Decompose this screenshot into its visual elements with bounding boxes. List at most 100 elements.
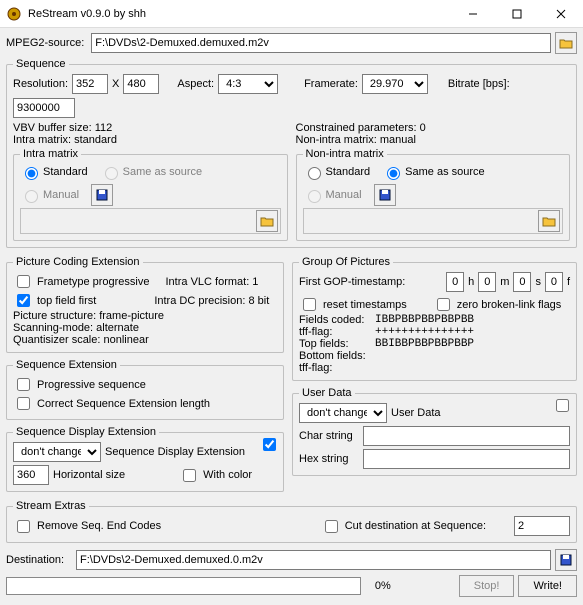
gop-s-input[interactable] — [513, 272, 531, 292]
pce-group: Picture Coding Extension Frametype progr… — [6, 256, 284, 353]
gop-group: Group Of Pictures First GOP-timestamp: h… — [292, 256, 577, 381]
userdata-enable-check[interactable] — [556, 399, 569, 412]
aspect-select[interactable]: 4:3 — [218, 74, 278, 94]
folder-open-icon — [559, 37, 573, 49]
folder-open-icon — [260, 215, 274, 227]
intra-matrix-status: Intra matrix: standard — [13, 134, 288, 146]
nonintra-matrix-legend: Non-intra matrix — [303, 148, 387, 160]
quant-scale: Quantisizer scale: nonlinear — [13, 334, 277, 346]
frametype-check[interactable]: Frametype progressive — [13, 272, 150, 291]
window-titlebar: ReStream v0.9.0 by shh — [0, 0, 583, 28]
intra-matrix-group: Intra matrix Standard Same as source Man… — [13, 148, 288, 241]
char-input[interactable] — [363, 426, 570, 446]
extras-group: Stream Extras Remove Seq. End Codes Cut … — [6, 500, 577, 543]
extras-legend: Stream Extras — [13, 500, 89, 512]
userdata-legend: User Data — [299, 387, 355, 399]
nim-manual-radio: Manual — [303, 187, 362, 203]
pic-structure: Picture structure: frame-picture — [13, 310, 277, 322]
vbv-label: VBV buffer size: 112 — [13, 122, 288, 134]
bitrate-label: Bitrate [bps]: — [448, 78, 510, 90]
framerate-select[interactable]: 29.970 — [362, 74, 428, 94]
bitrate-input[interactable] — [13, 98, 75, 118]
topfield-check[interactable]: top field first — [13, 291, 96, 310]
source-label: MPEG2-source: — [6, 37, 84, 49]
scan-mode: Scanning-mode: alternate — [13, 322, 277, 334]
sequence-group: Sequence Resolution: X Aspect: 4:3 Frame… — [6, 58, 577, 248]
pce-legend: Picture Coding Extension — [13, 256, 143, 268]
resolution-label: Resolution: — [13, 78, 68, 90]
nonintra-matrix-group: Non-intra matrix Standard Same as source… — [296, 148, 571, 241]
floppy-icon — [96, 189, 108, 201]
folder-open-icon — [542, 215, 556, 227]
hex-input[interactable] — [363, 449, 570, 469]
gop-first-label: First GOP-timestamp: — [299, 276, 405, 288]
progress-percent: 0% — [365, 580, 391, 592]
nonintra-matrix-status: Non-intra matrix: manual — [296, 134, 571, 146]
constrained-label: Constrained parameters: 0 — [296, 122, 571, 134]
progressive-check[interactable]: Progressive sequence — [13, 375, 277, 394]
window-title: ReStream v0.9.0 by shh — [28, 8, 451, 20]
sequence-legend: Sequence — [13, 58, 69, 70]
gop-legend: Group Of Pictures — [299, 256, 393, 268]
gop-h-input[interactable] — [446, 272, 464, 292]
topfields-value: BBIBBPBBPBBPBBP — [375, 338, 474, 350]
sde-select[interactable]: don't change — [13, 442, 101, 462]
sde-withcolor-check[interactable]: With color — [179, 466, 252, 485]
im-manual-radio: Manual — [20, 187, 79, 203]
reset-ts-check[interactable]: reset timestamps — [299, 295, 407, 314]
minimize-button[interactable] — [451, 0, 495, 28]
res-x: X — [112, 78, 119, 90]
zero-broken-check[interactable]: zero broken-link flags — [433, 295, 562, 314]
nim-save-button[interactable] — [374, 184, 396, 206]
char-label: Char string — [299, 430, 359, 442]
sde-group: Sequence Display Extension don't change … — [6, 426, 284, 492]
hex-label: Hex string — [299, 453, 359, 465]
save-dest-button[interactable] — [555, 549, 577, 571]
seqext-group: Sequence Extension Progressive sequence … — [6, 359, 284, 420]
framerate-label: Framerate: — [304, 78, 358, 90]
nim-same-radio[interactable]: Same as source — [382, 164, 484, 180]
aspect-label: Aspect: — [177, 78, 214, 90]
res-w-input[interactable] — [72, 74, 108, 94]
im-save-button[interactable] — [91, 184, 113, 206]
im-same-radio: Same as source — [100, 164, 202, 180]
fields-coded-label: Fields coded: — [299, 314, 371, 326]
topfields-label: Top fields: — [299, 338, 371, 350]
sde-legend: Sequence Display Extension — [13, 426, 159, 438]
idc-label: Intra DC precision: 8 bit — [154, 295, 269, 307]
sde-hsize-input[interactable] — [13, 465, 49, 485]
close-button[interactable] — [539, 0, 583, 28]
remove-endcodes-check[interactable]: Remove Seq. End Codes — [13, 517, 161, 536]
sde-label: Sequence Display Extension — [105, 446, 245, 458]
gop-f-input[interactable] — [545, 272, 563, 292]
intra-matrix-legend: Intra matrix — [20, 148, 81, 160]
userdata-select[interactable]: don't change — [299, 403, 387, 423]
cut-dest-input[interactable] — [514, 516, 570, 536]
tff-label: tff-flag: — [299, 326, 371, 338]
userdata-label: User Data — [391, 407, 441, 419]
bottomfields-label: Bottom fields: — [299, 350, 371, 362]
gop-m-input[interactable] — [478, 272, 496, 292]
dest-input[interactable] — [76, 550, 551, 570]
cut-dest-check[interactable]: Cut destination at Sequence: — [321, 517, 486, 536]
sde-enable-check[interactable] — [263, 438, 276, 451]
ivlc-label: Intra VLC format: 1 — [166, 276, 259, 288]
nim-standard-radio[interactable]: Standard — [303, 164, 371, 180]
floppy-icon — [560, 554, 572, 566]
nim-open-button[interactable] — [538, 210, 560, 232]
write-button[interactable]: Write! — [518, 575, 577, 597]
maximize-button[interactable] — [495, 0, 539, 28]
open-source-button[interactable] — [555, 32, 577, 54]
tff2-label: tff-flag: — [299, 362, 371, 374]
fields-coded: IBBPBBPBBPBBPBB — [375, 314, 474, 326]
floppy-icon — [379, 189, 391, 201]
app-icon — [6, 6, 22, 22]
im-open-button[interactable] — [256, 210, 278, 232]
seqext-legend: Sequence Extension — [13, 359, 120, 371]
res-h-input[interactable] — [123, 74, 159, 94]
tff-value: +++++++++++++++ — [375, 326, 474, 338]
source-input[interactable] — [91, 33, 551, 53]
progress-bar — [6, 577, 361, 595]
im-standard-radio[interactable]: Standard — [20, 164, 88, 180]
correct-length-check[interactable]: Correct Sequence Extension length — [13, 394, 277, 413]
